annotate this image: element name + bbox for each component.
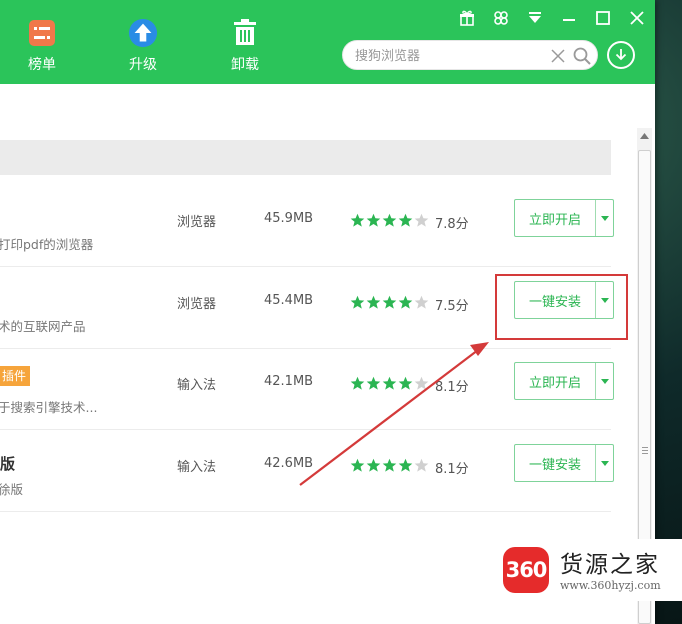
star-filled-icon [366,295,381,309]
rating-stars [350,376,429,391]
rank-button[interactable]: 榜单 [12,18,72,78]
rating-score: 8.1分 [435,462,469,477]
star-filled-icon [350,213,365,227]
software-size: 45.4MB [264,293,314,308]
plugin-tag-badge: 插件 [0,366,31,386]
close-icon[interactable] [620,8,654,28]
watermark-url: www.360hyzj.com [560,579,661,592]
caret-down-icon [600,460,609,466]
upgrade-arrow-icon [128,18,158,48]
maximize-icon[interactable] [586,8,620,28]
star-filled-icon [366,213,381,227]
action-dropdown-button[interactable] [596,200,613,236]
watermark-title: 货源之家 [560,552,660,578]
action-split-button: 立即开启 [514,199,614,237]
top-toolbar: 榜单 升级 卸载 [0,0,655,84]
software-size: 45.9MB [264,211,314,226]
clear-icon[interactable] [550,48,566,64]
star-filled-icon [382,295,397,309]
upgrade-button[interactable]: 升级 [113,18,173,78]
software-size: 42.6MB [264,456,314,471]
rating-score: 7.8分 [435,217,469,232]
scrollbar-grip [642,447,648,456]
uninstall-label: 卸载 [231,57,259,73]
list-icon [27,18,57,48]
star-filled-icon [366,458,381,472]
software-description: 徐版 [0,482,24,497]
caret-down-icon [600,378,609,384]
star-filled-icon [350,376,365,390]
software-row: 打印pdf的浏览器 浏览器 45.9MB 7.8分 立即开启 [0,186,614,267]
one-click-install-button[interactable]: 一键安装 [515,445,596,481]
open-now-button[interactable]: 立即开启 [515,200,596,236]
uninstall-button[interactable]: 卸载 [215,18,275,78]
star-filled-icon [398,458,413,472]
action-split-button: 立即开启 [514,362,614,400]
search-box [342,40,598,70]
menu-dropdown-icon[interactable] [518,8,552,28]
star-filled-icon [350,458,365,472]
star-filled-icon [398,295,413,309]
star-filled-icon [398,213,413,227]
watermark-logo: 360 [503,547,549,593]
open-now-button[interactable]: 立即开启 [515,363,596,399]
software-category: 浏览器 [177,297,217,312]
software-row: 插件于搜索引擎技术... 输入法 42.1MB 8.1分 立即开启 [0,349,614,430]
star-filled-icon [382,458,397,472]
window-controls [450,8,654,28]
search-icon[interactable] [572,46,592,66]
download-icon [615,49,627,61]
star-filled-icon [398,376,413,390]
rating-score: 7.5分 [435,299,469,314]
star-filled-icon [382,213,397,227]
rating-stars [350,458,429,473]
rank-label: 榜单 [28,57,56,73]
action-split-button: 一键安装 [514,444,614,482]
software-row: 版徐版 输入法 42.6MB 8.1分 一键安装 [0,431,614,512]
software-description: 打印pdf的浏览器 [0,237,94,252]
software-description: 于搜索引擎技术... [0,400,98,415]
caret-down-icon [600,215,609,221]
list-header-bar [0,140,611,175]
rating-stars [350,213,429,228]
action-dropdown-button[interactable] [596,363,613,399]
skin-icon[interactable] [484,8,518,28]
action-dropdown-button[interactable] [596,445,613,481]
rating-stars [350,295,429,310]
rating-score: 8.1分 [435,380,469,395]
software-description: 术的互联网产品 [0,319,86,334]
minimize-icon[interactable] [552,8,586,28]
star-empty-icon [414,458,429,472]
search-input[interactable] [355,46,545,66]
annotation-highlight-box [495,274,628,340]
star-filled-icon [350,295,365,309]
download-manager-button[interactable] [607,41,635,69]
star-empty-icon [414,295,429,309]
software-category: 输入法 [177,460,217,475]
gift-icon[interactable] [450,8,484,28]
star-filled-icon [382,376,397,390]
software-title: 版 [0,455,16,473]
software-category: 输入法 [177,378,217,393]
site-watermark: 360 货源之家 www.360hyzj.com [498,539,682,601]
upgrade-label: 升级 [129,57,157,73]
trash-icon [230,18,260,48]
software-size: 42.1MB [264,374,314,389]
scroll-up-arrow-icon[interactable] [637,128,652,144]
star-empty-icon [414,376,429,390]
star-empty-icon [414,213,429,227]
star-filled-icon [366,376,381,390]
software-category: 浏览器 [177,215,217,230]
